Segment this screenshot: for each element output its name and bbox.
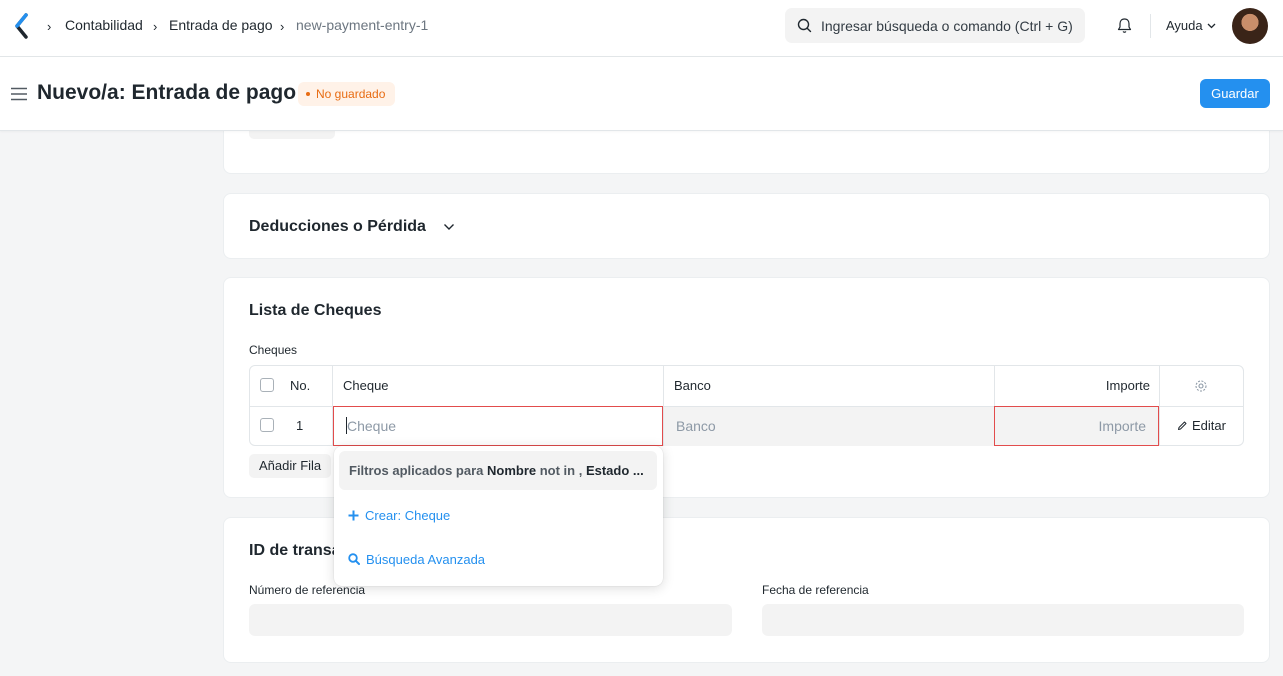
pencil-icon — [1178, 421, 1187, 430]
search-icon — [348, 553, 360, 565]
cheque-autocomplete-dropdown: Filtros aplicados para Nombre not in , E… — [334, 446, 663, 586]
gear-icon[interactable] — [1194, 379, 1208, 393]
chevron-down-icon — [1207, 23, 1216, 29]
edit-row-label: Editar — [1192, 418, 1226, 433]
sidebar-toggle-icon[interactable] — [11, 87, 27, 101]
chevron-right-icon: › — [280, 19, 285, 34]
app-logo-icon[interactable] — [12, 13, 32, 39]
help-dropdown[interactable]: Ayuda — [1166, 18, 1216, 33]
banco-field[interactable]: Banco — [676, 418, 716, 434]
plus-icon — [348, 510, 359, 521]
chevron-right-icon: › — [47, 19, 52, 34]
create-cheque-label: Crear: Cheque — [365, 508, 451, 523]
select-all-checkbox[interactable] — [260, 378, 274, 392]
cheques-table: No. Cheque Banco Importe 1 Cheque Banco … — [249, 365, 1244, 446]
create-cheque-item[interactable]: Crear: Cheque — [348, 508, 450, 523]
column-header-importe: Importe — [1105, 378, 1150, 393]
breadcrumb-current[interactable]: new-payment-entry-1 — [296, 17, 428, 33]
filter-mid: not in , — [536, 463, 586, 478]
filters-applied-item: Filtros aplicados para Nombre not in , E… — [339, 451, 657, 490]
avatar[interactable] — [1232, 8, 1268, 44]
breadcrumb-entrada-de-pago[interactable]: Entrada de pago — [169, 17, 273, 33]
status-dot-icon — [306, 92, 310, 96]
reference-date-label: Fecha de referencia — [762, 583, 869, 597]
deductions-title[interactable]: Deducciones o Pérdida — [249, 218, 426, 236]
reference-date-input[interactable] — [762, 604, 1244, 636]
page-title: Nuevo/a: Entrada de pago — [37, 81, 297, 104]
column-header-no: No. — [290, 378, 311, 393]
search-icon — [797, 18, 812, 33]
search-input[interactable] — [821, 8, 1079, 43]
reference-number-input[interactable] — [249, 604, 732, 636]
row-checkbox[interactable] — [260, 418, 274, 432]
cheque-field-placeholder: Cheque — [347, 418, 397, 434]
cheques-table-label: Cheques — [249, 343, 298, 357]
chevron-down-icon[interactable] — [443, 223, 455, 231]
advanced-search-label: Búsqueda Avanzada — [366, 552, 486, 567]
cheques-section-title: Lista de Cheques — [249, 302, 382, 319]
chevron-right-icon: › — [153, 19, 158, 34]
column-header-cheque: Cheque — [343, 378, 389, 393]
cheque-field[interactable]: Cheque — [333, 406, 663, 446]
importe-field[interactable]: Importe — [994, 406, 1159, 446]
navbar: › Contabilidad › Entrada de pago › new-p… — [0, 0, 1283, 57]
advanced-search-item[interactable]: Búsqueda Avanzada — [348, 552, 485, 567]
row-number: 1 — [296, 418, 304, 433]
search-bar[interactable] — [785, 8, 1085, 43]
status-badge-label: No guardado — [316, 87, 386, 101]
edit-row-button[interactable]: Editar — [1177, 418, 1226, 433]
column-header-banco: Banco — [674, 378, 711, 393]
filter-field-estado: Estado ... — [585, 463, 644, 478]
save-button[interactable]: Guardar — [1200, 79, 1270, 108]
deductions-section[interactable]: Deducciones o Pérdida — [223, 193, 1270, 259]
add-row-button[interactable]: Añadir Fila — [249, 454, 332, 478]
importe-field-placeholder: Importe — [1098, 418, 1146, 434]
status-badge: No guardado — [298, 82, 396, 106]
notification-bell-icon[interactable] — [1116, 17, 1133, 34]
navbar-divider — [1150, 14, 1151, 38]
filter-field-nombre: Nombre — [487, 463, 537, 478]
filter-prefix: Filtros aplicados para — [349, 463, 487, 478]
help-label: Ayuda — [1166, 18, 1203, 33]
breadcrumb-contabilidad[interactable]: Contabilidad — [65, 17, 143, 33]
page-head: Nuevo/a: Entrada de pago No guardado Gua… — [0, 57, 1283, 131]
